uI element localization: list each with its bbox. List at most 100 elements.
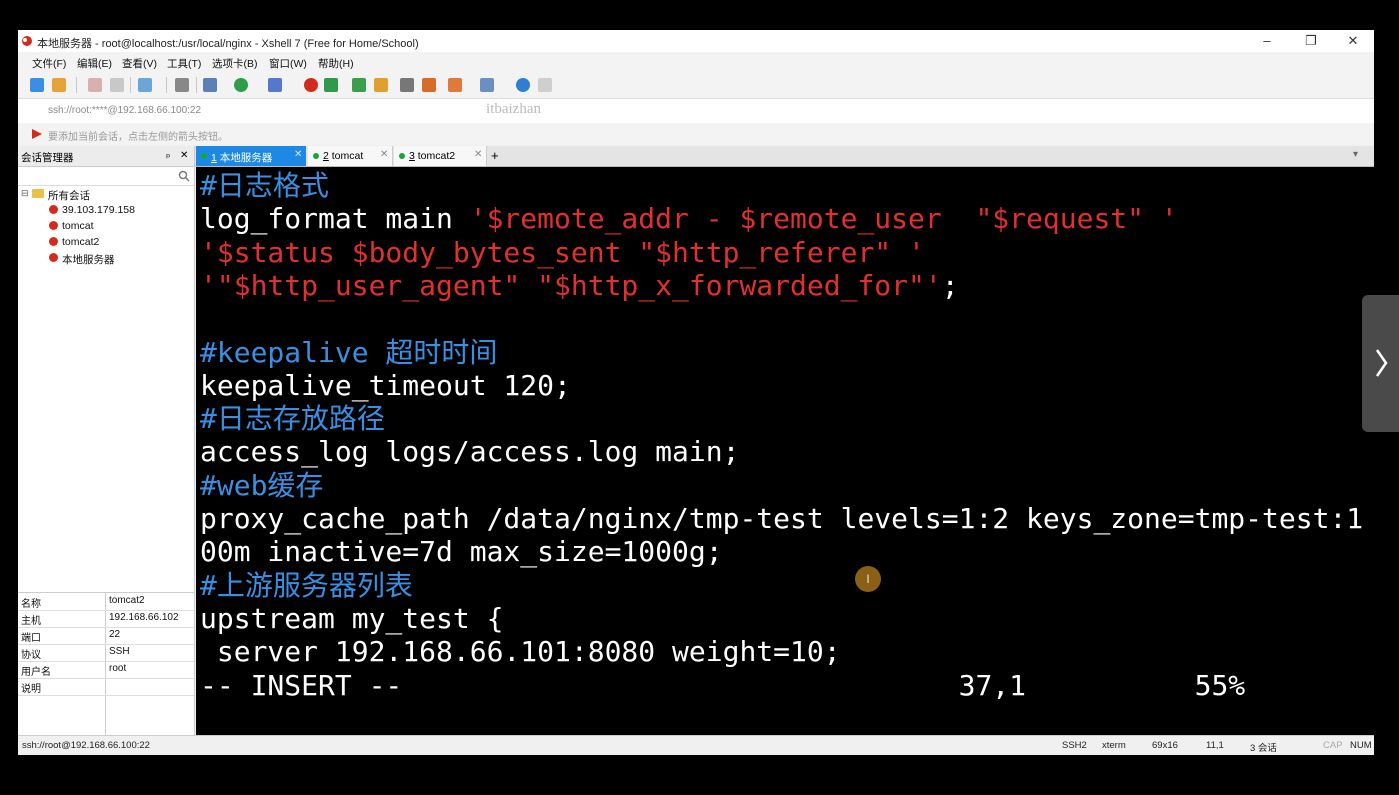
- status-protocol: SSH2: [1062, 740, 1087, 751]
- terminal-line: #上游服务器列表: [200, 569, 413, 602]
- tab-scroll-right[interactable]: ▾: [1353, 149, 1358, 160]
- session-properties: 名称 tomcat2 主机 192.168.66.102 端口 22 协议 SSH 用户…: [18, 592, 194, 736]
- terminal-line: #日志存放路径: [200, 402, 385, 435]
- menu-tabs[interactable]: 选项卡(B): [212, 56, 258, 71]
- terminal-text: -- INSERT -- 37,1 55%: [200, 668, 1246, 702]
- tab-tomcat2[interactable]: 3 tomcat2 ✕: [394, 146, 487, 166]
- terminal-line: #keepalive 超时时间: [200, 336, 497, 369]
- prop-row: 用户名 root: [18, 661, 194, 679]
- open-folder-icon[interactable]: [52, 78, 66, 92]
- status-pos: 11,1: [1206, 740, 1224, 751]
- close-button[interactable]: ✕: [1332, 30, 1374, 52]
- highlight-icon[interactable]: [422, 78, 436, 92]
- find-icon[interactable]: [175, 78, 189, 92]
- session-search-input[interactable]: [18, 167, 194, 186]
- terminal-line: #日志格式: [200, 169, 329, 202]
- terminal[interactable]: #日志格式 log_format main '$remote_addr - $re…: [196, 167, 1374, 735]
- address-text: ssh://root:****@192.168.66.100:22: [48, 105, 202, 116]
- toolbar: [18, 72, 1374, 98]
- tab-close-icon[interactable]: ✕: [294, 149, 302, 160]
- help-icon[interactable]: [516, 78, 530, 92]
- session-label: tomcat2: [62, 236, 100, 248]
- chat-icon[interactable]: [538, 78, 552, 92]
- session-icon: [49, 237, 58, 246]
- tab-close-icon[interactable]: ✕: [380, 149, 388, 160]
- terminal-line: #web缓存: [200, 469, 323, 502]
- session-label: 39.103.179.158: [62, 204, 135, 216]
- terminal-line: access_log logs/access.log main;: [200, 435, 739, 468]
- new-session-icon[interactable]: [30, 78, 44, 92]
- session-icon: [49, 205, 58, 214]
- font-icon[interactable]: [268, 78, 282, 92]
- xftp-icon[interactable]: [324, 78, 338, 92]
- session-icon: [49, 221, 58, 230]
- address-bar[interactable]: ssh://root:****@192.168.66.100:22 itbaiz…: [18, 98, 1374, 124]
- terminal-text: #日志存放路径: [200, 402, 385, 436]
- close-panel-icon[interactable]: ✕: [180, 150, 188, 161]
- terminal-text: #上游服务器列表: [200, 568, 413, 602]
- menu-help[interactable]: 帮助(H): [318, 56, 354, 71]
- search-icon[interactable]: [178, 170, 190, 182]
- terminal-line: -- INSERT -- 37,1 55%: [200, 669, 1245, 702]
- xshell-app-icon: [22, 36, 32, 46]
- menu-edit[interactable]: 编辑(E): [77, 56, 112, 71]
- prop-row: 名称 tomcat2: [18, 593, 194, 611]
- session-label: 本地服务器: [62, 254, 115, 266]
- menu-view[interactable]: 查看(V): [122, 56, 157, 71]
- tab-local-server[interactable]: 1 本地服务器 ✕: [196, 146, 306, 166]
- collapse-icon[interactable]: ⊟: [21, 188, 29, 199]
- xshell-icon[interactable]: [304, 78, 318, 92]
- disconnect-icon[interactable]: [110, 78, 124, 92]
- terminal-text: '$status $body_bytes_sent "$http_referer…: [200, 235, 925, 269]
- terminal-text: #keepalive 超时时间: [200, 335, 498, 369]
- status-caps: CAP: [1323, 740, 1343, 751]
- terminal-text: log_format main: [200, 202, 470, 236]
- terminal-cursor: p: [200, 502, 217, 535]
- pin-icon[interactable]: ₚ: [166, 149, 170, 160]
- menu-window[interactable]: 窗口(W): [269, 56, 307, 71]
- terminal-line: '"$http_user_agent" "$http_x_forwarded_f…: [200, 269, 959, 302]
- maximize-button[interactable]: ❐: [1290, 30, 1332, 52]
- window-title: 本地服务器 - root@localhost:/usr/local/nginx …: [37, 38, 419, 50]
- tab-tomcat[interactable]: 2 tomcat ✕: [308, 146, 393, 166]
- fullscreen-icon[interactable]: [352, 78, 366, 92]
- minimize-button[interactable]: –: [1246, 30, 1288, 52]
- lock-icon[interactable]: [374, 78, 388, 92]
- menu-tools[interactable]: 工具(T): [167, 56, 201, 71]
- terminal-text: server 192.168.66.101:8080 weight=10;: [200, 635, 841, 669]
- session-icon: [49, 253, 58, 262]
- layout-icon[interactable]: [203, 78, 217, 92]
- add-tab-button[interactable]: +: [491, 148, 499, 163]
- status-bar: ssh://root@192.168.66.100:22 SSH2 xterm …: [18, 735, 1374, 755]
- terminal-text: '$remote_addr - $remote_user "$request" …: [469, 202, 1178, 236]
- hint-text: 要添加当前会话，点击左侧的箭头按钮。: [48, 132, 228, 143]
- terminal-line: log_format main '$remote_addr - $remote_…: [200, 202, 1178, 235]
- hint-bar: 要添加当前会话，点击左侧的箭头按钮。: [18, 123, 1374, 145]
- next-slide-button[interactable]: [1362, 295, 1399, 432]
- menu-file[interactable]: 文件(F): [32, 56, 66, 71]
- status-term: xterm: [1102, 740, 1126, 751]
- connect-icon[interactable]: [88, 78, 102, 92]
- terminal-text: '"$http_user_agent" "$http_x_forwarded_f…: [200, 268, 942, 302]
- globe-icon[interactable]: [234, 78, 248, 92]
- properties-icon[interactable]: [138, 78, 152, 92]
- terminal-line: upstream my_test {: [200, 602, 503, 635]
- status-sessions: 3 会话: [1250, 743, 1277, 754]
- terminal-text: upstream my_test {: [200, 601, 504, 635]
- session-label: tomcat: [62, 220, 94, 232]
- status-connection: ssh://root@192.168.66.100:22: [22, 740, 150, 751]
- prop-row: 端口 22: [18, 627, 194, 645]
- session-manager-title: 会话管理器: [21, 152, 74, 164]
- tile-icon[interactable]: [480, 78, 494, 92]
- terminal-text: keepalive_timeout 120;: [200, 368, 571, 402]
- terminal-text: roxy_cache_path /data/nginx/tmp-test lev…: [216, 502, 1364, 535]
- tab-close-icon[interactable]: ✕: [474, 149, 482, 160]
- terminal-text: ;: [941, 268, 959, 302]
- terminal-text: #web缓存: [200, 468, 324, 502]
- add-session-arrow-icon[interactable]: [31, 128, 43, 140]
- keyboard-icon[interactable]: [400, 78, 414, 92]
- status-num: NUM: [1350, 740, 1372, 751]
- chevron-right-icon: [1375, 349, 1388, 377]
- script-icon[interactable]: [448, 78, 462, 92]
- prop-row: 协议 SSH: [18, 644, 194, 662]
